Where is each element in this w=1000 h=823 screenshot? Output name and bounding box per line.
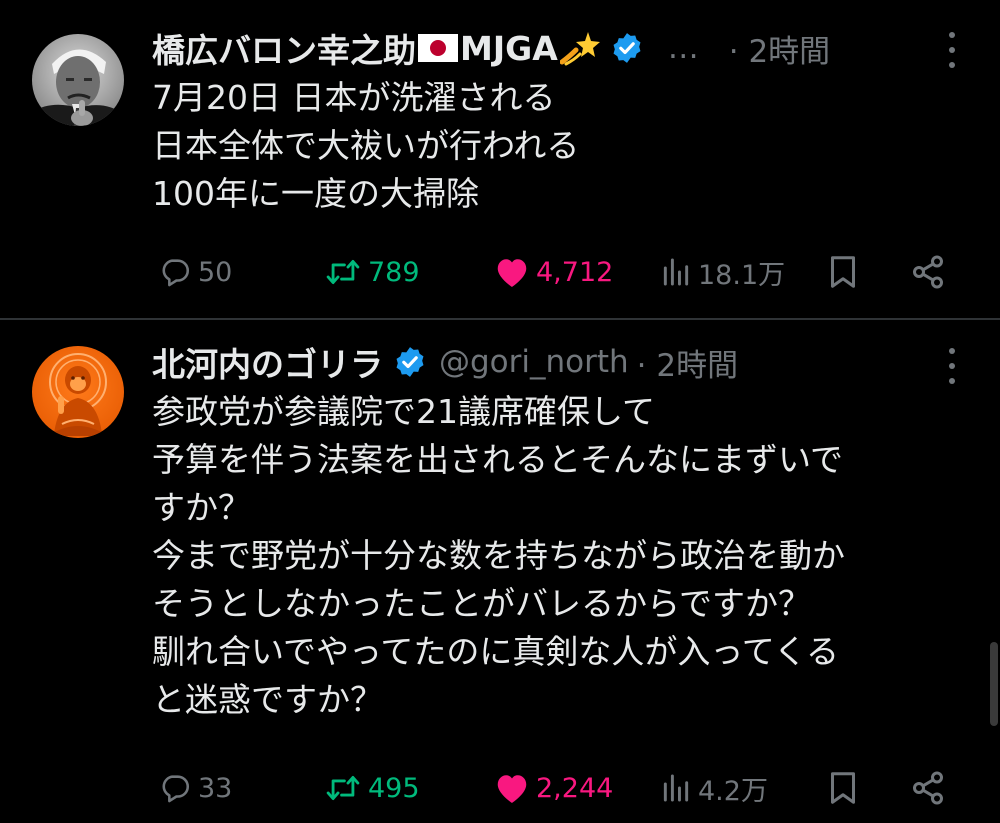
views-button[interactable]: 18.1万 bbox=[660, 248, 785, 296]
more-vertical-icon[interactable] bbox=[942, 348, 962, 384]
reply-button[interactable]: 50 bbox=[158, 248, 232, 296]
heart-icon bbox=[494, 255, 530, 289]
tweet-text-line: 予算を伴う法案を出されるとそんなにまずいで bbox=[152, 440, 844, 479]
handle[interactable]: @gori_north bbox=[439, 344, 629, 380]
share-button[interactable] bbox=[910, 764, 946, 812]
speech-bubble-icon bbox=[158, 771, 192, 805]
retweet-icon bbox=[324, 771, 362, 805]
view-count: 18.1万 bbox=[698, 259, 786, 291]
retweet-button[interactable]: 789 bbox=[324, 248, 420, 296]
share-button[interactable] bbox=[910, 248, 946, 296]
bookmark-button[interactable] bbox=[828, 248, 858, 296]
bar-chart-icon bbox=[660, 255, 692, 289]
display-name[interactable]: 橋広バロン幸之助 bbox=[152, 24, 416, 72]
timestamp[interactable]: · 2時間 bbox=[637, 340, 738, 385]
tweet[interactable]: 橋広バロン幸之助 MJGA … · 2時間 7月20日 日本が洗濯される 日本全… bbox=[0, 0, 1000, 318]
tweet-text-line: と迷惑ですか？ bbox=[152, 680, 383, 719]
avatar[interactable] bbox=[32, 34, 124, 126]
action-bar: 33 495 2,244 4.2万 bbox=[152, 764, 970, 812]
heart-icon bbox=[494, 771, 530, 805]
like-button[interactable]: 4,712 bbox=[494, 248, 613, 296]
share-icon bbox=[910, 254, 946, 290]
like-button[interactable]: 2,244 bbox=[494, 764, 613, 812]
bookmark-icon bbox=[828, 770, 858, 806]
tweet[interactable]: 北河内のゴリラ @gori_north · 2時間 参政党が参議院で21議席確保… bbox=[0, 320, 1000, 823]
tweet-text-line: 7月20日 日本が洗濯される bbox=[152, 78, 556, 117]
reply-count: 50 bbox=[198, 256, 233, 288]
display-name-suffix[interactable]: MJGA bbox=[460, 29, 558, 68]
like-count: 4,712 bbox=[536, 256, 614, 288]
tweet-text-line: 100年に一度の大掃除 bbox=[152, 174, 479, 213]
more-vertical-icon[interactable] bbox=[942, 32, 962, 68]
tweet-text: 参政党が参議院で21議席確保して 予算を伴う法案を出されるとそんなにまずいで す… bbox=[152, 388, 980, 724]
retweet-count: 495 bbox=[368, 772, 420, 804]
retweet-button[interactable]: 495 bbox=[324, 764, 420, 812]
bookmark-button[interactable] bbox=[828, 764, 858, 812]
action-bar: 50 789 4,712 18.1万 bbox=[152, 248, 970, 296]
retweet-count: 789 bbox=[368, 256, 420, 288]
view-count: 4.2万 bbox=[698, 775, 768, 807]
tweet-text-line: 馴れ合いでやってたのに真剣な人が入ってくる bbox=[152, 632, 840, 671]
tweet-text-line: そうとしなかったことがバレるからですか？ bbox=[152, 584, 812, 623]
like-count: 2,244 bbox=[536, 772, 614, 804]
timestamp[interactable]: · 2時間 bbox=[729, 26, 830, 71]
verified-badge-icon[interactable] bbox=[393, 345, 427, 379]
share-icon bbox=[910, 770, 946, 806]
handle-truncated: … bbox=[667, 30, 701, 66]
tweet-text: 7月20日 日本が洗濯される 日本全体で大祓いが行われる 100年に一度の大掃除 bbox=[152, 74, 980, 218]
reply-button[interactable]: 33 bbox=[158, 764, 232, 812]
reply-count: 33 bbox=[198, 772, 233, 804]
tweet-text-line: 今まで野党が十分な数を持ちながら政治を動か bbox=[152, 536, 845, 575]
views-button[interactable]: 4.2万 bbox=[660, 764, 768, 812]
verified-badge-icon[interactable] bbox=[610, 31, 644, 65]
avatar[interactable] bbox=[32, 346, 124, 438]
tweet-header: 橋広バロン幸之助 MJGA … · 2時間 bbox=[152, 24, 970, 72]
bookmark-icon bbox=[828, 254, 858, 290]
japan-flag-icon bbox=[418, 34, 458, 62]
tweet-text-line: すか？ bbox=[152, 488, 251, 527]
display-name[interactable]: 北河内のゴリラ bbox=[152, 338, 383, 386]
dizzy-star-icon bbox=[559, 30, 600, 66]
speech-bubble-icon bbox=[158, 255, 192, 289]
scrollbar[interactable] bbox=[990, 642, 998, 726]
bar-chart-icon bbox=[660, 771, 692, 805]
retweet-icon bbox=[324, 255, 362, 289]
tweet-text-line: 参政党が参議院で21議席確保して bbox=[152, 392, 656, 431]
tweet-header: 北河内のゴリラ @gori_north · 2時間 bbox=[152, 340, 970, 384]
tweet-text-line: 日本全体で大祓いが行われる bbox=[152, 126, 580, 165]
